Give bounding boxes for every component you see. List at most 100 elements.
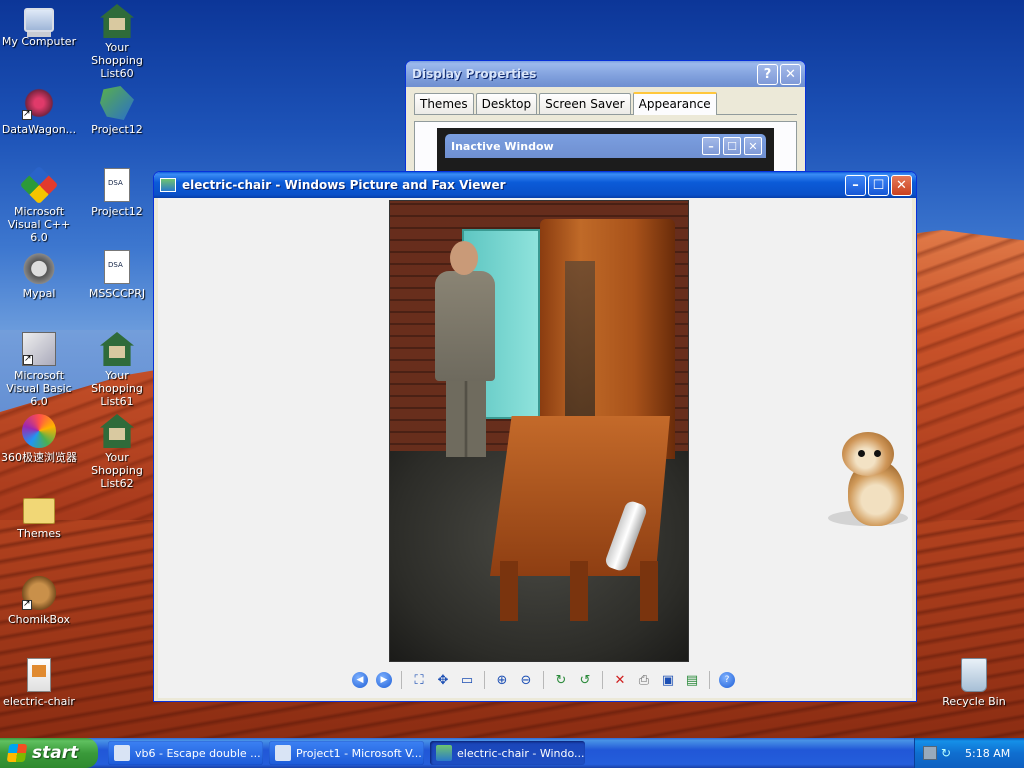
taskbar-item-label: vb6 - Escape double ...	[135, 746, 261, 760]
hamster-head	[842, 432, 894, 476]
hamster-eye	[874, 450, 881, 457]
desktop-icon-visual-basic[interactable]: Microsoft Visual Basic 6.0	[0, 332, 78, 408]
desktop-icon-themes[interactable]: Themes	[0, 492, 78, 540]
image-file-icon	[27, 658, 51, 692]
picture-viewer-app-icon	[436, 745, 452, 761]
zoom-in-button[interactable]: ⊕	[492, 670, 512, 690]
desktop-icon-recycle-bin[interactable]: Recycle Bin	[935, 658, 1013, 708]
save-button[interactable]: ▣	[658, 670, 678, 690]
desktop-icon-project12-doc[interactable]: Project12	[78, 168, 156, 218]
rotate-clockwise-button[interactable]: ↻	[551, 670, 571, 690]
actual-size-button[interactable]: ✥	[433, 670, 453, 690]
tab-appearance[interactable]: Appearance	[632, 92, 717, 115]
desktop-icon-label: Project12	[91, 205, 143, 218]
desktop-icon-label: Project12	[91, 123, 143, 136]
edit-button[interactable]: ▤	[682, 670, 702, 690]
start-label: start	[32, 743, 79, 763]
sync-tray-icon[interactable]: ↻	[941, 746, 955, 760]
visual-cpp-icon	[19, 165, 59, 205]
preview-inactive-window-titlebar: Inactive Window – ☐ ✕	[445, 134, 766, 158]
photo-man-legs	[446, 379, 486, 457]
preview-inactive-title: Inactive Window	[451, 139, 554, 153]
hamster-icon	[22, 576, 56, 611]
maximize-button[interactable]: ☐	[868, 174, 889, 196]
shortcut-arrow-icon	[22, 598, 32, 611]
desktop-icon-label: Microsoft Visual Basic 6.0	[6, 369, 72, 408]
display-properties-tabs: Themes Desktop Screen Saver Appearance	[414, 92, 797, 115]
desktop-icon-label: Your Shopping List62	[91, 451, 143, 490]
display-properties-titlebar[interactable]: Display Properties ? ✕	[406, 61, 805, 87]
desktop-icon-label: Your Shopping List60	[91, 41, 143, 80]
rotate-clockwise-icon: ↻	[555, 672, 567, 688]
photo-chair-legs	[500, 561, 660, 621]
swirl-icon	[22, 86, 56, 121]
system-tray: ↻ 5:18 AM	[914, 738, 1024, 768]
help-button[interactable]: ?	[717, 670, 737, 690]
desktop-icon-project12-network[interactable]: Project12	[78, 86, 156, 136]
tab-themes[interactable]: Themes	[414, 93, 474, 114]
document-icon	[104, 250, 130, 284]
close-button[interactable]: ✕	[891, 174, 912, 196]
desktop-icon-shopping-list60[interactable]: Your Shopping List60	[78, 4, 156, 80]
best-fit-icon: ⛶	[414, 672, 424, 688]
desktop-icon-label: Microsoft Visual C++ 6.0	[7, 205, 71, 244]
slideshow-button[interactable]: ▭	[457, 670, 477, 690]
viewer-toolbar: ◀ ▶ ⛶ ✥ ▭ ⊕ ⊖ ↻ ↺ ✕ ⎙ ▣ ▤ ?	[348, 668, 739, 692]
hamster-mascot[interactable]	[828, 428, 912, 533]
desktop-icon-label: Themes	[17, 527, 61, 540]
close-button[interactable]: ✕	[780, 63, 801, 85]
display-properties-body: Themes Desktop Screen Saver Appearance I…	[406, 87, 805, 179]
delete-button[interactable]: ✕	[610, 670, 630, 690]
desktop-icon-my-computer[interactable]: My Computer	[0, 4, 78, 48]
maximize-icon: ☐	[723, 137, 741, 155]
shortcut-arrow-icon	[22, 108, 32, 121]
print-button[interactable]: ⎙	[634, 670, 654, 690]
photo-chair-seat	[490, 416, 670, 576]
desktop-icon-mypal[interactable]: Mypal	[0, 250, 78, 300]
taskbar-item-label: Project1 - Microsoft V...	[296, 746, 422, 760]
desktop-icon-datawagon[interactable]: DataWagon...	[0, 86, 78, 136]
photo-man-head	[450, 241, 478, 275]
desktop-icon-360-browser[interactable]: 360极速浏览器	[0, 414, 78, 464]
desktop-icon-visual-cpp[interactable]: Microsoft Visual C++ 6.0	[0, 165, 78, 244]
taskbar-item-project1[interactable]: Project1 - Microsoft V...	[269, 741, 424, 765]
previous-image-button[interactable]: ◀	[350, 670, 370, 690]
desktop-icon-label: Mypal	[22, 287, 56, 300]
house-icon	[100, 332, 134, 366]
desktop-icon-shopping-list62[interactable]: Your Shopping List62	[78, 414, 156, 490]
minimize-icon: –	[702, 137, 720, 155]
close-icon: ✕	[744, 137, 762, 155]
best-fit-button[interactable]: ⛶	[409, 670, 429, 690]
desktop-icon-label: MSSCCPRJ	[88, 287, 146, 300]
clock[interactable]: 5:18 AM	[965, 747, 1010, 760]
help-button[interactable]: ?	[757, 63, 778, 85]
desktop-icon-electric-chair[interactable]: electric-chair	[0, 658, 78, 708]
tab-desktop[interactable]: Desktop	[475, 93, 538, 114]
zoom-in-icon: ⊕	[496, 672, 508, 688]
desktop-icon-chomikbox[interactable]: ChomikBox	[0, 576, 78, 626]
display-properties-window[interactable]: Display Properties ? ✕ Themes Desktop Sc…	[405, 60, 806, 180]
hamster-eye	[858, 450, 865, 457]
desktop-icon-msscprj[interactable]: MSSCCPRJ	[78, 250, 156, 300]
desktop-icon-label: DataWagon...	[1, 123, 77, 136]
taskbar-item-vb6[interactable]: vb6 - Escape double ...	[108, 741, 263, 765]
network-tray-icon[interactable]	[923, 746, 937, 760]
taskbar-item-electric-chair[interactable]: electric-chair - Windo...	[430, 741, 585, 765]
shortcut-arrow-icon	[23, 353, 33, 366]
rotate-counterclockwise-button[interactable]: ↺	[575, 670, 595, 690]
minimize-button[interactable]: –	[845, 174, 866, 196]
toolbar-separator	[602, 671, 603, 689]
picture-viewer-window[interactable]: electric-chair - Windows Picture and Fax…	[153, 171, 917, 702]
tab-screen-saver[interactable]: Screen Saver	[539, 93, 631, 114]
desktop-icon-label: Recycle Bin	[942, 695, 1006, 708]
zoom-out-button[interactable]: ⊖	[516, 670, 536, 690]
window-title: electric-chair - Windows Picture and Fax…	[182, 178, 506, 192]
computer-icon	[24, 8, 54, 32]
desktop-icon-shopping-list61[interactable]: Your Shopping List61	[78, 332, 156, 408]
start-button[interactable]: start	[0, 738, 98, 768]
print-icon: ⎙	[638, 672, 650, 688]
windows-flag-icon	[6, 744, 28, 762]
edit-image-icon: ▤	[685, 672, 699, 688]
next-image-button[interactable]: ▶	[374, 670, 394, 690]
picture-viewer-titlebar[interactable]: electric-chair - Windows Picture and Fax…	[154, 172, 916, 198]
